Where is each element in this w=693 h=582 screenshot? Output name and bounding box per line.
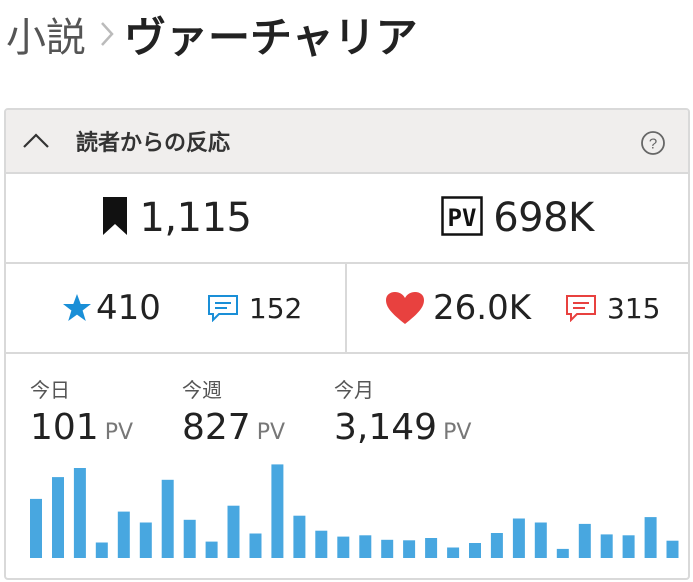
pv-total-value: 698K [493, 195, 594, 241]
chart-bar-17 [381, 539, 394, 558]
daily-pv-chart [30, 464, 679, 558]
chart-bar-1 [30, 498, 42, 558]
chart-bar-9 [205, 541, 218, 558]
breadcrumb: 小説 ヴァーチャリア [6, 4, 418, 64]
chart-bar-25 [556, 548, 569, 558]
panel-header[interactable]: 読者からの反応 ? [6, 110, 688, 174]
chevron-up-icon[interactable] [6, 110, 66, 173]
pv-icon: PV [441, 196, 483, 240]
chart-bar-18 [403, 540, 416, 558]
comment-icon[interactable] [565, 294, 597, 322]
reactions-row: 410 152 26.0K 315 [6, 264, 688, 354]
chart-bar-10 [227, 505, 240, 558]
chart-bar-4 [95, 542, 108, 558]
chart-bar-3 [73, 468, 86, 558]
heart-count: 26.0K [433, 288, 531, 328]
bookmark-icon [101, 196, 129, 240]
help-icon[interactable]: ? [640, 130, 666, 160]
pv-stats: 今日 101 PV 今週 827 PV 今月 3,149 PV [6, 354, 688, 578]
chart-bar-13 [293, 515, 306, 558]
chart-bar-7 [161, 479, 174, 558]
chart-bar-24 [534, 522, 547, 558]
pv-total: PV 698K [347, 174, 688, 262]
chart-bar-5 [117, 511, 130, 558]
chart-bar-2 [52, 477, 64, 558]
chart-bar-26 [578, 523, 591, 558]
bookmark-count: 1,115 [6, 174, 347, 262]
star-icon [62, 293, 92, 323]
svg-text:PV: PV [448, 204, 477, 232]
chart-bar-27 [600, 534, 613, 558]
chart-bar-22 [490, 533, 503, 558]
heart-icon [385, 291, 425, 325]
chevron-right-icon [100, 20, 114, 48]
chart-bar-29 [644, 517, 657, 558]
heart-reactions: 26.0K 315 [347, 264, 688, 352]
star-count: 410 [96, 288, 161, 328]
chart-bar-15 [337, 536, 350, 558]
bookmark-count-value: 1,115 [139, 195, 252, 241]
chart-bar-6 [139, 522, 152, 558]
chart-bar-21 [469, 543, 481, 558]
comment-icon[interactable] [207, 294, 239, 322]
chart-bar-8 [183, 519, 196, 558]
chart-bar-23 [512, 518, 525, 558]
page-title: ヴァーチャリア [124, 12, 418, 62]
svg-text:?: ? [649, 136, 657, 153]
chart-bar-19 [425, 538, 438, 558]
breadcrumb-parent-link[interactable]: 小説 [6, 5, 86, 63]
chart-bar-12 [271, 464, 284, 558]
chart-bar-30 [666, 540, 679, 558]
star-comment-count: 152 [248, 291, 303, 325]
chart-bar-28 [622, 535, 635, 558]
chart-bar-16 [359, 535, 372, 558]
chart-bar-11 [249, 533, 262, 558]
star-reactions: 410 152 [6, 264, 347, 352]
panel-title: 読者からの反応 [76, 131, 231, 156]
chart-bar-20 [447, 547, 460, 558]
reader-reaction-panel: 読者からの反応 ? 1,115 PV 698K 410 152 26.0K 31… [4, 108, 690, 580]
heart-comment-count: 315 [607, 291, 661, 325]
chart-bar-14 [315, 530, 328, 558]
totals-row: 1,115 PV 698K [6, 174, 688, 264]
